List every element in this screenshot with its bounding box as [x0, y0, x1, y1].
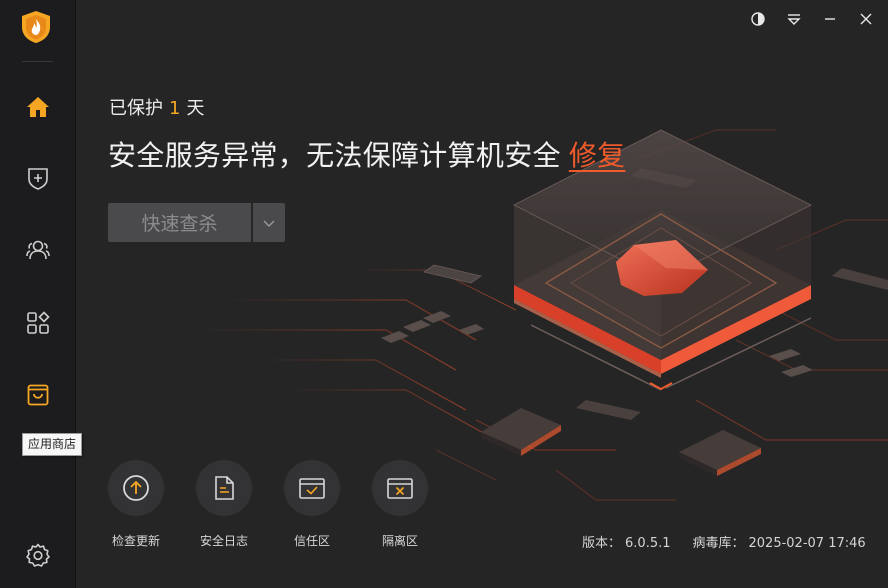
nav-apps[interactable] — [0, 298, 75, 348]
app-logo — [20, 10, 52, 44]
close-icon — [860, 13, 872, 25]
store-tooltip: 应用商店 — [22, 433, 83, 456]
log-icon — [215, 476, 234, 500]
sidebar: 应用商店 — [0, 0, 83, 588]
tool-label: 检查更新 — [111, 534, 160, 548]
nav-users[interactable] — [0, 225, 75, 275]
scan-mode-dropdown[interactable] — [253, 203, 285, 242]
virus-db-label: 病毒库： — [692, 536, 745, 551]
tool-quarantine[interactable]: 隔离区 — [365, 460, 435, 549]
protection-days: 已保护 1 天 — [109, 94, 204, 120]
theme-button[interactable] — [747, 8, 769, 30]
protected-days-count: 1 — [169, 98, 181, 119]
shield-plus-icon — [27, 168, 48, 190]
store-icon — [27, 384, 48, 406]
menu-button[interactable] — [783, 8, 805, 30]
nav-home[interactable] — [0, 82, 75, 132]
update-icon — [123, 475, 149, 501]
tool-label: 隔离区 — [381, 534, 418, 548]
update-button-circle — [108, 460, 164, 516]
version-value: 6.0.5.1 — [625, 536, 671, 551]
tool-label: 安全日志 — [199, 534, 248, 548]
nav-protection[interactable] — [0, 153, 75, 203]
settings-icon — [25, 543, 50, 567]
quarantine-button-circle — [372, 460, 428, 516]
flame-shield-logo-icon — [22, 11, 50, 43]
chevron-down-icon — [263, 220, 275, 227]
nav-settings[interactable] — [0, 530, 75, 580]
minimize-icon — [825, 18, 835, 20]
trust-button-circle — [284, 460, 340, 516]
log-button-circle — [196, 460, 252, 516]
apps-grid-icon — [26, 311, 50, 334]
trust-zone-icon — [299, 478, 325, 499]
nav-store[interactable] — [0, 370, 75, 420]
tool-label: 信任区 — [293, 534, 330, 548]
protected-suffix: 天 — [186, 98, 205, 119]
fix-link[interactable]: 修复 — [569, 139, 626, 172]
close-button[interactable] — [855, 8, 877, 30]
main-panel: 已保护 1 天 安全服务异常，无法保障计算机安全 修复 快速查杀 检查更新 安全日志 — [76, 0, 888, 588]
version-info: 版本： 6.0.5.1 病毒库： 2025-02-07 17:46 — [582, 532, 870, 551]
users-icon — [25, 240, 50, 260]
logo-divider — [22, 61, 53, 62]
quick-scan-button[interactable]: 快速查杀 — [108, 203, 251, 242]
quarantine-icon — [387, 478, 413, 499]
version-label: 版本： — [582, 536, 622, 551]
home-icon — [26, 97, 49, 117]
tool-check-update[interactable]: 检查更新 — [101, 460, 171, 549]
menu-icon — [787, 14, 801, 25]
theme-icon — [751, 12, 765, 26]
tool-trust-zone[interactable]: 信任区 — [277, 460, 347, 549]
alert-text: 安全服务异常，无法保障计算机安全 — [108, 139, 561, 172]
tool-security-log[interactable]: 安全日志 — [189, 460, 259, 549]
virus-db-value: 2025-02-07 17:46 — [748, 536, 866, 551]
protected-prefix: 已保护 — [109, 98, 163, 119]
security-alert: 安全服务异常，无法保障计算机安全 修复 — [108, 134, 625, 174]
minimize-button[interactable] — [819, 8, 841, 30]
